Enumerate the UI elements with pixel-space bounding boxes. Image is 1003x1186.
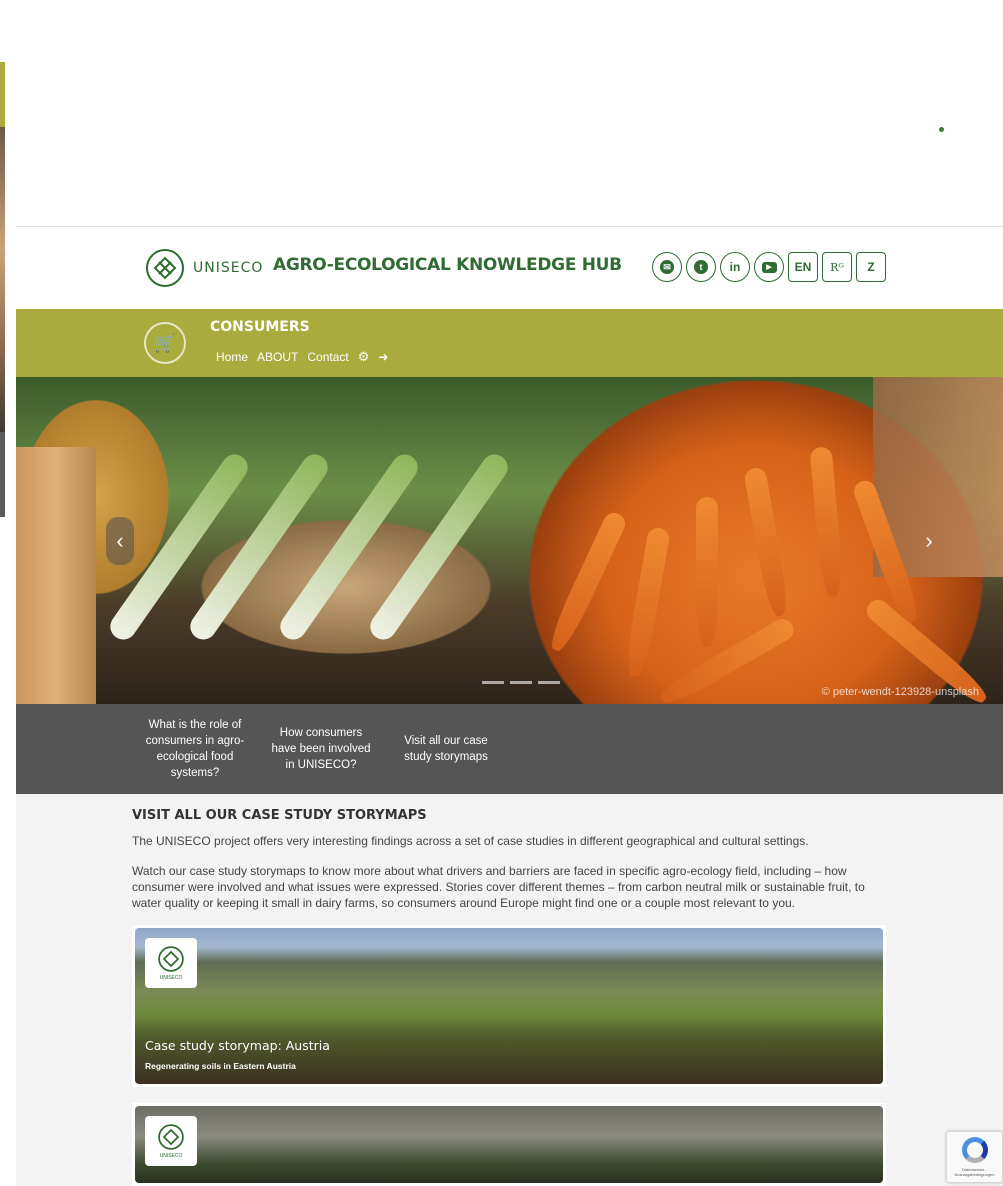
social-links: ✉ t in ▶ EN Rᴳ Z	[652, 252, 886, 282]
header-divider	[16, 226, 1003, 227]
carousel-dot[interactable]	[482, 681, 504, 684]
twitter-icon[interactable]: t	[686, 252, 716, 282]
badge-text: UNISECO	[159, 1153, 183, 1159]
section-heading: VISIT ALL OUR CASE STUDY STORYMAPS	[132, 808, 427, 823]
badge-text: UNISECO	[159, 975, 183, 981]
zenodo-icon[interactable]: Z	[856, 252, 886, 282]
photo-credit: © peter-wendt-123928-unsplash	[821, 686, 979, 698]
section-nav: Home ABOUT Contact ⚙ ➜	[216, 349, 388, 365]
hero-carrot	[809, 446, 845, 598]
tab-consumers-involved[interactable]: How consumers have been involved in UNIS…	[266, 725, 376, 773]
topic-tabs: What is the role of consumers in agro-ec…	[16, 704, 1003, 794]
hero-carrot	[743, 466, 791, 618]
logo-text: UNISECO	[193, 260, 264, 276]
section-title: CONSUMERS	[210, 319, 310, 335]
uniseco-logo-icon	[158, 946, 184, 972]
hub-title[interactable]: AGRO-ECOLOGICAL KNOWLEDGE HUB	[273, 255, 622, 275]
hero-carrot	[656, 614, 798, 704]
hero-carrot	[623, 526, 671, 678]
tab-role-of-consumers[interactable]: What is the role of consumers in agro-ec…	[142, 717, 248, 781]
tab-storymaps[interactable]: Visit all our case study storymaps	[396, 733, 496, 765]
storymap-card[interactable]: UNISECO	[132, 1103, 886, 1186]
email-icon[interactable]: ✉	[652, 252, 682, 282]
recaptcha-badge[interactable]: Datenschutz - Nutzungsbedingungen	[946, 1131, 1003, 1183]
uniseco-logo-icon	[158, 1124, 184, 1150]
left-edge-strip-dark	[0, 432, 5, 517]
section-bar: 🛒 CONSUMERS Home ABOUT Contact ⚙ ➜	[16, 309, 1003, 377]
hero-carrot	[545, 509, 629, 655]
left-edge-strip-image	[0, 127, 5, 432]
linkedin-icon[interactable]: in	[720, 252, 750, 282]
carousel-prev-button[interactable]: ‹	[106, 517, 134, 565]
youtube-icon[interactable]: ▶	[754, 252, 784, 282]
intro-paragraph: The UNISECO project offers very interest…	[132, 834, 809, 848]
researchgate-icon[interactable]: Rᴳ	[822, 252, 852, 282]
nav-about[interactable]: ABOUT	[257, 350, 298, 364]
carousel-indicators	[482, 681, 560, 684]
indicator-dot	[939, 127, 944, 132]
nav-home[interactable]: Home	[216, 350, 248, 364]
storymap-card-image: UNISECO	[135, 1106, 883, 1183]
cart-icon: 🛒	[144, 322, 186, 364]
storymap-card[interactable]: UNISECO Case study storymap: Austria Reg…	[132, 925, 886, 1087]
logout-icon[interactable]: ➜	[378, 350, 388, 364]
storymap-card-subtitle: Regenerating soils in Eastern Austria	[145, 1061, 296, 1071]
language-en-button[interactable]: EN	[788, 252, 818, 282]
storymap-card-title: Case study storymap: Austria	[145, 1038, 330, 1053]
recaptcha-text: Datenschutz - Nutzungsbedingungen	[954, 1167, 995, 1177]
nav-contact[interactable]: Contact	[307, 350, 348, 364]
description-paragraph: Watch our case study storymaps to know m…	[132, 864, 865, 910]
left-edge-strip	[0, 62, 5, 127]
uniseco-logo-icon	[146, 249, 184, 287]
settings-icon[interactable]: ⚙	[358, 349, 370, 365]
recaptcha-icon	[961, 1137, 988, 1163]
storymap-card-image: UNISECO Case study storymap: Austria Reg…	[135, 928, 883, 1084]
hero-crate-left	[16, 447, 96, 704]
carousel-dot[interactable]	[538, 681, 560, 684]
uniseco-badge: UNISECO	[145, 1116, 197, 1166]
hero-carousel: ‹ › © peter-wendt-123928-unsplash	[16, 377, 1003, 704]
uniseco-badge: UNISECO	[145, 938, 197, 988]
site-logo[interactable]: UNISECO	[145, 248, 263, 288]
carousel-dot[interactable]	[510, 681, 532, 684]
hero-carrot	[696, 497, 718, 647]
carousel-next-button[interactable]: ›	[915, 517, 943, 565]
